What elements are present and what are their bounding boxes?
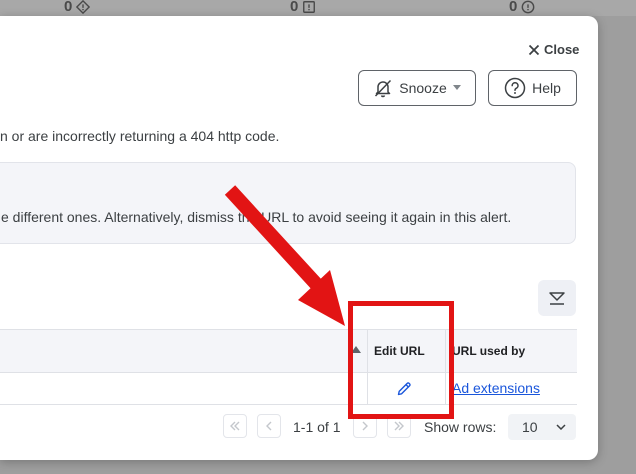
close-button[interactable]: Close	[528, 42, 579, 57]
background-count-1: 0	[64, 0, 91, 15]
close-icon	[528, 44, 540, 55]
bell-off-icon	[375, 79, 392, 98]
circle-alert-icon	[521, 0, 535, 13]
column-header-url-used-by[interactable]: URL used by	[452, 344, 525, 358]
close-label: Close	[544, 42, 580, 57]
chevron-down-icon	[556, 424, 566, 430]
table-row: Ad extensions	[0, 373, 577, 405]
snooze-label: Snooze	[399, 80, 447, 96]
pagination-range: 1-1 of 1	[293, 419, 341, 435]
background-count-3: 0	[509, 0, 535, 15]
first-page-button[interactable]	[223, 414, 247, 438]
alert-description: n or are incorrectly returning a 404 htt…	[0, 128, 280, 144]
download-button[interactable]	[538, 280, 576, 316]
help-label: Help	[532, 80, 561, 96]
snooze-button[interactable]: Snooze	[358, 70, 476, 106]
count-value: 0	[290, 0, 299, 15]
alert-modal: Close Snooze Help n or are incorrectly r…	[0, 16, 598, 460]
double-chevron-right-icon	[394, 421, 404, 431]
rows-per-page-value: 10	[522, 419, 538, 435]
background-header	[0, 0, 636, 16]
count-value: 0	[64, 0, 73, 15]
background-count-2: 0	[290, 0, 316, 15]
help-button[interactable]: Help	[488, 70, 577, 106]
square-alert-icon	[303, 0, 316, 13]
caret-down-icon	[452, 85, 461, 90]
annotation-highlight-box	[348, 301, 454, 419]
count-value: 0	[509, 0, 518, 15]
diamond-alert-icon	[76, 0, 91, 14]
show-rows-label: Show rows:	[424, 419, 497, 435]
url-used-by-link[interactable]: Ad extensions	[452, 380, 540, 396]
info-text: e different ones. Alternatively, dismiss…	[1, 209, 512, 225]
info-box: e different ones. Alternatively, dismiss…	[0, 162, 576, 244]
help-circle-icon	[504, 77, 526, 99]
rows-per-page-select[interactable]: 10	[508, 414, 576, 440]
chevron-right-icon	[362, 421, 368, 431]
double-chevron-left-icon	[230, 421, 240, 431]
chevron-left-icon	[266, 421, 272, 431]
download-icon	[549, 292, 565, 305]
table-header: Edit URL URL used by	[0, 329, 577, 373]
previous-page-button[interactable]	[257, 414, 281, 438]
